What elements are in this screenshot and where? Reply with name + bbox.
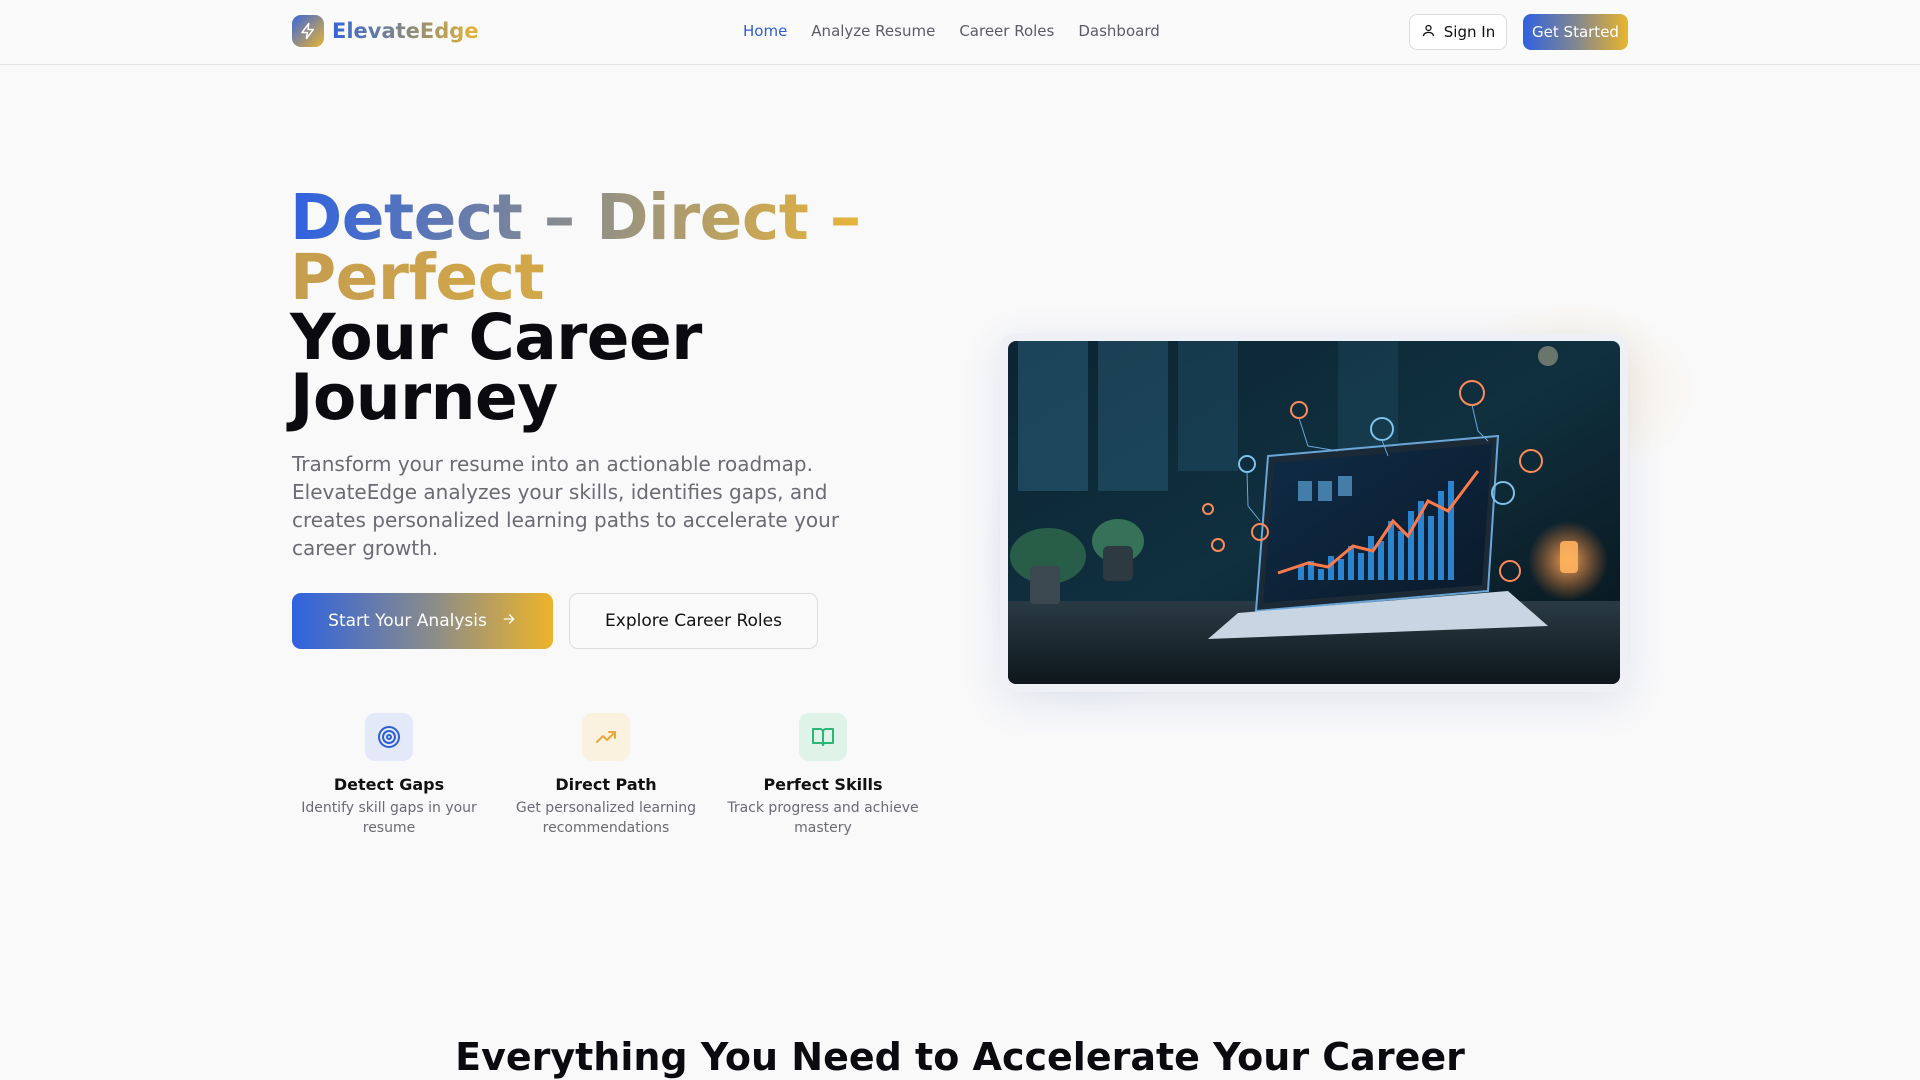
headline-line-3: Your Career	[290, 301, 702, 374]
sign-in-label: Sign In	[1443, 23, 1496, 41]
target-icon	[365, 713, 413, 761]
feature-title: Direct Path	[555, 775, 657, 794]
user-icon	[1421, 23, 1436, 42]
feature-title: Detect Gaps	[333, 775, 445, 794]
explore-career-roles-button[interactable]: Explore Career Roles	[569, 593, 818, 649]
get-started-label: Get Started	[1532, 23, 1619, 41]
section-heading: Everything You Need to Accelerate Your C…	[455, 1035, 1465, 1079]
feature-perfect-skills: Perfect Skills Track progress and achiev…	[723, 713, 923, 838]
nav-link-home[interactable]: Home	[743, 22, 787, 40]
book-open-icon	[799, 713, 847, 761]
feature-desc: Get personalized learning recommendation…	[515, 800, 697, 836]
sign-in-button[interactable]: Sign In	[1409, 14, 1507, 50]
feature-direct-path: Direct Path Get personalized learning re…	[506, 713, 706, 838]
get-started-button[interactable]: Get Started	[1523, 14, 1628, 50]
headline-line-4: Journey	[290, 361, 558, 434]
nav-link-career-roles[interactable]: Career Roles	[959, 22, 1054, 40]
feature-detect-gaps: Detect Gaps Identify skill gaps in your …	[289, 713, 489, 838]
explore-career-roles-label: Explore Career Roles	[605, 611, 782, 631]
feature-desc: Identify skill gaps in your resume	[301, 800, 477, 836]
nav-link-analyze-resume[interactable]: Analyze Resume	[811, 22, 935, 40]
nav-link-dashboard[interactable]: Dashboard	[1078, 22, 1159, 40]
start-analysis-button[interactable]: Start Your Analysis	[292, 593, 553, 649]
arrow-right-icon	[501, 611, 517, 632]
hero-illustration-laptop-analytics	[1008, 341, 1620, 684]
hero-subtext: Transform your resume into an actionable…	[292, 452, 840, 560]
start-analysis-label: Start Your Analysis	[328, 611, 487, 631]
hero-headline: Detect – Direct – Perfect Your Career Jo…	[290, 181, 861, 434]
trending-up-icon	[582, 713, 630, 761]
hero-image-card	[1000, 333, 1628, 692]
brand-logo[interactable]: ElevateEdge	[292, 15, 479, 47]
top-navbar: ElevateEdge Home Analyze Resume Career R…	[0, 0, 1920, 65]
brand-name: ElevateEdge	[332, 19, 479, 43]
headline-line-1: Detect – Direct –	[290, 181, 861, 254]
lightning-icon	[292, 15, 324, 47]
feature-title: Perfect Skills	[763, 775, 883, 794]
nav-links: Home Analyze Resume Career Roles Dashboa…	[743, 22, 1160, 40]
feature-desc: Track progress and achieve mastery	[727, 800, 919, 836]
headline-line-2: Perfect	[290, 246, 861, 309]
